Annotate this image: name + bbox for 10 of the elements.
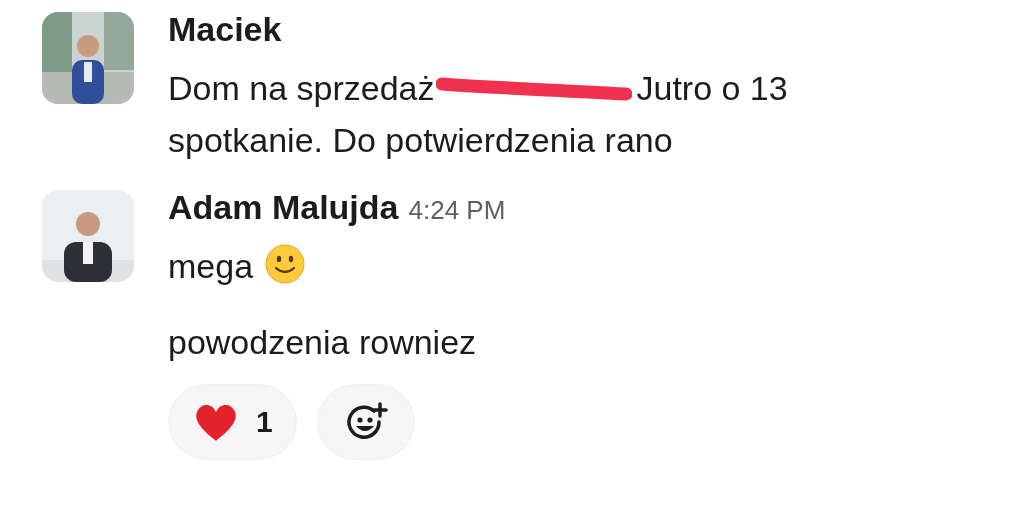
reaction-button[interactable]: 1 (168, 384, 297, 460)
timestamp[interactable]: 4:24 PM (408, 195, 506, 226)
message-text: Dom na sprzedaż (168, 69, 435, 107)
author-name[interactable]: Maciek (168, 10, 282, 49)
message-text: powodzenia rowniez (168, 323, 477, 361)
message-text: spotkanie. Do potwierdzenia rano (168, 121, 673, 159)
message-text: Jutro o 13 (636, 69, 788, 107)
smiley-emoji-icon (265, 244, 306, 284)
message-text: mega (168, 247, 254, 285)
author-name[interactable]: Adam Malujda (168, 188, 399, 227)
